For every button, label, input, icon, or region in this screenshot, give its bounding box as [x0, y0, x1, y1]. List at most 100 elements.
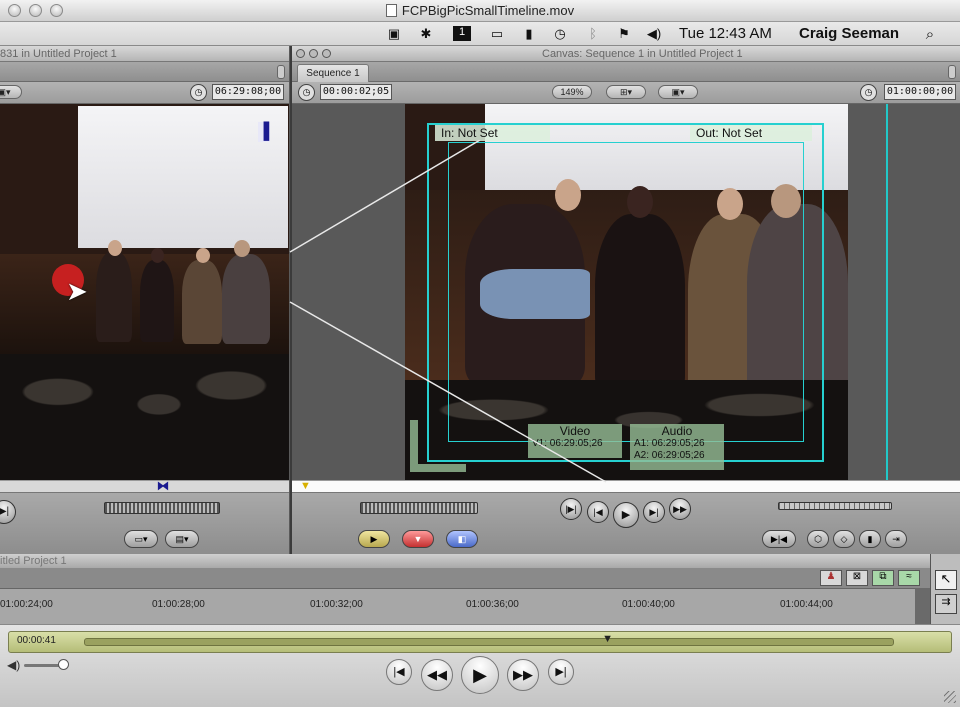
overwrite-edit-button[interactable]: ▼	[402, 530, 434, 548]
display-icon[interactable]: ▭	[488, 26, 506, 41]
viewer-tabbar	[0, 62, 289, 82]
audio-overlay-title: Audio	[661, 424, 693, 438]
menubar-clock[interactable]: Tue 12:43 AM	[679, 25, 772, 42]
spotlight-search-icon[interactable]: ⌕	[921, 26, 939, 43]
quicktime-controller: 00:00:41 ▼ ◀) |◀ ◀◀ ▶ ▶▶ ▶|	[0, 624, 960, 707]
menubar-user[interactable]: Craig Seeman	[799, 25, 899, 42]
viewer-timecode[interactable]: 06:29:08;00	[212, 84, 284, 100]
ruler-label: 01:00:36;00	[466, 599, 519, 610]
canvas-playhead-icon[interactable]: ▼	[300, 480, 311, 492]
canvas-fit-popup[interactable]: ⊞▾	[606, 85, 646, 99]
canvas-jog-control[interactable]	[778, 502, 892, 510]
track-select-tool-icon[interactable]: ⇉	[935, 594, 957, 614]
canvas-close-button[interactable]	[296, 49, 305, 58]
panelist-3-head	[196, 248, 210, 263]
viewer-title: 831 in Untitled Project 1	[0, 48, 117, 60]
qt-go-to-end-button[interactable]: ▶|	[548, 659, 574, 685]
canvas-current-timecode[interactable]: 00:00:02;05	[320, 84, 392, 100]
canvas-resize-handle[interactable]	[948, 65, 956, 79]
qt-playhead-icon[interactable]: ▼	[602, 633, 613, 645]
panelist-1	[96, 252, 132, 342]
panelist-4-head	[234, 240, 250, 257]
add-keyframe-button[interactable]: ◇	[833, 530, 855, 548]
panelist-3	[182, 260, 222, 344]
canvas-previous-edit-button[interactable]: |◀	[587, 501, 609, 523]
viewer-view-popup[interactable]: ▣▾	[0, 85, 22, 99]
timeline-titlebar: itled Project 1	[0, 554, 930, 568]
viewer-marker-button[interactable]: ▤▾	[165, 530, 199, 548]
qt-volume-icon: ◀)	[7, 658, 21, 672]
canvas-play-button[interactable]: ▶	[613, 502, 639, 528]
audio-overlay-timecode-1: A1: 06:29:05;26	[634, 438, 705, 449]
viewer-scrubber[interactable]: ⧓	[0, 479, 289, 493]
camera-icon[interactable]: ▣	[385, 26, 403, 41]
audio-toggle-icon[interactable]: ≈	[898, 570, 920, 586]
window-resize-grip[interactable]	[944, 691, 956, 703]
canvas-controls: ◷ 00:00:02;05 149% ⊞▾ ▣▾ ◷ 01:00:00;00	[292, 82, 960, 104]
viewer-next-edit-button[interactable]: ▶|	[0, 500, 16, 524]
insert-edit-button[interactable]: ▶	[358, 530, 390, 548]
viewer-match-frame-button[interactable]: ▭▾	[124, 530, 158, 548]
canvas-zoom-button[interactable]	[322, 49, 331, 58]
add-marker-button[interactable]: ▮	[859, 530, 881, 548]
canvas-next-edit-button[interactable]: ▶|	[643, 501, 665, 523]
in-point-corner-icon	[410, 420, 466, 472]
document-icon	[385, 4, 397, 17]
viewer-shuttle-control[interactable]	[104, 502, 220, 514]
qt-progress-bar[interactable]	[84, 638, 894, 646]
snapping-icon[interactable]: ♟	[820, 570, 842, 586]
battery-icon[interactable]: ▮	[520, 26, 538, 41]
timeline-toolbar: ♟ ⊠ ⧉ ≈	[0, 568, 930, 588]
qt-go-to-start-button[interactable]: |◀	[386, 659, 412, 685]
canvas-panel: Canvas: Sequence 1 in Untitled Project 1…	[290, 46, 960, 554]
qt-timeline-track[interactable]: 00:00:41 ▼	[8, 631, 952, 653]
canvas-play-around-button[interactable]: ▶▶	[669, 498, 691, 520]
projection-screen	[78, 106, 288, 248]
canvas-shuttle-control[interactable]	[360, 502, 478, 514]
viewer-resize-handle[interactable]	[277, 65, 285, 79]
canvas-duration-timecode[interactable]: 01:00:00;00	[884, 84, 956, 100]
qt-fast-forward-button[interactable]: ▶▶	[507, 659, 539, 691]
window-titlebar: FCPBigPicSmallTimeline.mov	[0, 0, 960, 22]
canvas-titlebar: Canvas: Sequence 1 in Untitled Project 1	[292, 46, 960, 62]
panelist-2	[140, 260, 174, 342]
canvas-zoom-popup[interactable]: 149%	[552, 85, 592, 99]
canvas-view-popup[interactable]: ▣▾	[658, 85, 698, 99]
window-title: FCPBigPicSmallTimeline.mov	[0, 3, 960, 18]
audience	[0, 354, 289, 480]
qt-volume-knob[interactable]	[58, 659, 69, 670]
canvas-scrubber[interactable]: ▼	[292, 480, 960, 493]
canvas-minimize-button[interactable]	[309, 49, 318, 58]
canvas-boundary-line	[886, 104, 888, 480]
bluetooth-icon[interactable]: ᛒ	[584, 26, 602, 41]
video-overlay-timecode: V1: 06:29:05;26	[532, 438, 603, 449]
flag-icon[interactable]: ⚑	[615, 26, 633, 41]
viewer-playhead-icon[interactable]: ⧓	[155, 479, 171, 493]
selection-tool-icon[interactable]: ↖	[935, 570, 957, 590]
sync-icon[interactable]: ✱	[417, 26, 435, 41]
spaces-icon[interactable]: 1	[453, 26, 471, 41]
canvas-play-in-to-out-button[interactable]: |▶|	[560, 498, 582, 520]
qt-elapsed-time: 00:00:41	[17, 635, 56, 646]
linking-icon[interactable]: ⊠	[846, 570, 868, 586]
track-toggle-icon[interactable]: ⧉	[872, 570, 894, 586]
ruler-label: 01:00:32;00	[310, 599, 363, 610]
clock-icon: ◷	[190, 84, 207, 101]
viewer-panel: 831 in Untitled Project 1 ▣▾ ◷ 06:29:08;…	[0, 46, 289, 554]
replace-edit-button[interactable]: ◧	[446, 530, 478, 548]
video-overlay-box: Video V1: 06:29:05;26	[528, 424, 622, 458]
qt-rewind-button[interactable]: ◀◀	[421, 659, 453, 691]
mark-clip-button[interactable]: ⬡	[807, 530, 829, 548]
mark-out-button[interactable]: ⇥	[885, 530, 907, 548]
volume-icon[interactable]: ◀)	[645, 26, 663, 41]
tab-sequence-1[interactable]: Sequence 1	[297, 64, 369, 82]
out-point-marker-icon: ▐	[258, 122, 270, 142]
ruler-label: 01:00:28;00	[152, 599, 205, 610]
menu-bar: ▣ ✱ 1 ▭ ▮ ◷ ᛒ ⚑ ◀) Tue 12:43 AM Craig Se…	[0, 22, 960, 46]
time-machine-icon[interactable]: ◷	[551, 26, 569, 41]
match-frame-button[interactable]: ▶|◀	[762, 530, 796, 548]
qt-play-button[interactable]: ▶	[461, 656, 499, 694]
canvas-tabbar: Sequence 1	[292, 62, 960, 82]
timeline-ruler[interactable]: 01:00:24;00 01:00:28;00 01:00:32;00 01:0…	[0, 588, 915, 624]
tool-palette: ↖ ⇉	[930, 554, 960, 624]
